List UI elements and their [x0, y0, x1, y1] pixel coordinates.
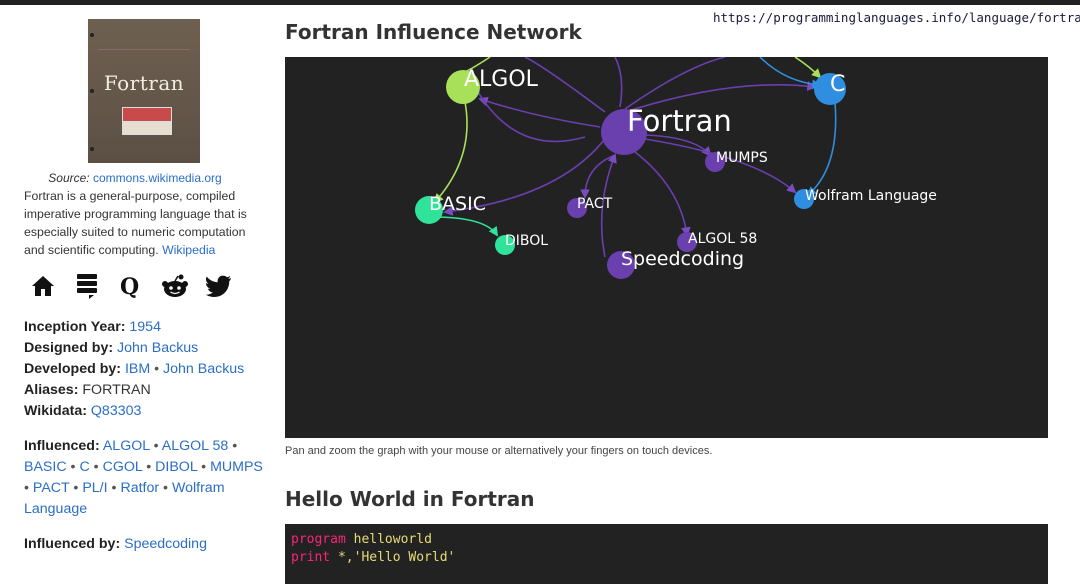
influenced-link[interactable]: BASIC	[24, 459, 67, 475]
cover-title: Fortran	[103, 71, 185, 95]
image-source: Source: commons.wikimedia.org	[48, 171, 222, 185]
edge	[433, 101, 468, 204]
edge	[478, 96, 601, 128]
twitter-icon[interactable]	[206, 273, 232, 299]
influenced-link[interactable]: PACT	[33, 480, 70, 496]
designer-link[interactable]: John Backus	[117, 340, 198, 356]
source-link[interactable]: commons.wikimedia.org	[93, 171, 222, 185]
stack-icon[interactable]	[74, 273, 100, 299]
edge	[794, 57, 822, 79]
home-icon[interactable]	[30, 273, 56, 299]
influence-network-graph[interactable]: Fortran ALGOL C BASIC PACT MUMPS Wolfram…	[285, 57, 1048, 438]
influenced-link[interactable]: ALGOL	[103, 438, 150, 454]
graph-caption: Pan and zoom the graph with your mouse o…	[285, 445, 713, 457]
code-block: program helloworld print *,'Hello World'	[285, 524, 1048, 584]
inception-year-row: Inception Year: 1954	[24, 319, 161, 335]
influenced-link[interactable]: Ratfor	[120, 480, 159, 496]
label-pact: PACT	[577, 196, 613, 212]
label-basic: BASIC	[429, 193, 486, 215]
label-speedcoding: Speedcoding	[621, 248, 744, 270]
edge	[624, 57, 726, 110]
developed-by-row: Developed by: IBM • John Backus	[24, 361, 245, 377]
influenced-link[interactable]: PL/I	[82, 480, 107, 496]
code-line: program helloworld	[291, 532, 432, 547]
influenced-link[interactable]: DIBOL	[155, 459, 197, 475]
influenced-by-block: Influenced by: Speedcoding	[24, 536, 207, 552]
designed-by-row: Designed by: John Backus	[24, 340, 199, 356]
edge	[614, 57, 623, 108]
external-links: Q	[30, 273, 232, 299]
language-facts: Inception Year: 1954 Designed by: John B…	[24, 317, 264, 555]
inception-year-link[interactable]: 1954	[129, 319, 161, 335]
wikidata-row: Wikidata: Q83303	[24, 403, 142, 419]
reddit-icon[interactable]	[162, 273, 188, 299]
label-wolfram: Wolfram Language	[805, 188, 937, 204]
influenced-block: Influenced: ALGOL • ALGOL 58 • BASIC • C…	[24, 438, 263, 517]
edge	[634, 151, 691, 237]
influenced-by-link[interactable]: Speedcoding	[124, 536, 207, 552]
influenced-link[interactable]: ALGOL 58	[162, 438, 229, 454]
developer-link-ibm[interactable]: IBM	[125, 361, 150, 377]
hello-world-title: Hello World in Fortran	[285, 487, 535, 511]
influenced-link[interactable]: CGOL	[103, 459, 143, 475]
label-algol: ALGOL	[464, 67, 539, 92]
wikipedia-link[interactable]: Wikipedia	[162, 243, 215, 257]
graph-section-title: Fortran Influence Network	[285, 20, 582, 44]
edge	[474, 86, 586, 143]
edge	[759, 57, 822, 90]
influenced-link[interactable]: C	[79, 459, 89, 475]
developer-link-backus[interactable]: John Backus	[163, 361, 244, 377]
code-line: print *,'Hello World'	[291, 550, 456, 565]
label-algol58: ALGOL 58	[688, 231, 757, 247]
label-mumps: MUMPS	[716, 150, 768, 166]
label-c: C	[830, 72, 845, 97]
svg-text:Q: Q	[120, 274, 139, 299]
quora-icon[interactable]: Q	[118, 273, 144, 299]
label-fortran: Fortran	[627, 104, 732, 138]
network-svg[interactable]: Fortran ALGOL C BASIC PACT MUMPS Wolfram…	[285, 57, 1048, 438]
edge	[806, 101, 837, 197]
aliases-row: Aliases: FORTRAN	[24, 382, 151, 398]
page-url: https://programminglanguages.info/langua…	[713, 10, 1080, 25]
edge	[432, 216, 499, 237]
sidebar: Fortran Source: commons.wikimedia.org Fo…	[0, 5, 270, 573]
influenced-link[interactable]: MUMPS	[210, 459, 263, 475]
fortran-manual-cover-image: Fortran	[88, 19, 200, 163]
language-description: Fortran is a general-purpose, compiled i…	[24, 189, 247, 257]
edge	[580, 154, 616, 199]
wikidata-link[interactable]: Q83303	[91, 403, 142, 419]
label-dibol: DIBOL	[505, 233, 548, 249]
